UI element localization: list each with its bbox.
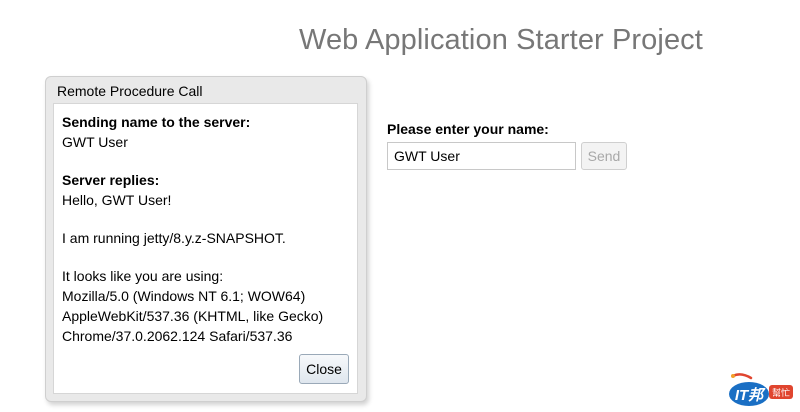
dialog-caption[interactable]: Remote Procedure Call <box>57 83 203 99</box>
user-agent-line: Chrome/37.0.2062.124 Safari/537.36 <box>62 328 293 344</box>
page: Web Application Starter Project Remote P… <box>0 0 800 412</box>
ithome-logo-icon: IT邦 幫忙 <box>727 372 797 408</box>
sending-heading: Sending name to the server: <box>62 114 251 130</box>
user-agent-line: AppleWebKit/537.36 (KHTML, like Gecko) <box>62 308 324 324</box>
user-agent-line: Mozilla/5.0 (Windows NT 6.1; WOW64) <box>62 288 306 304</box>
logo-subtext: 幫忙 <box>772 387 790 399</box>
name-input[interactable] <box>387 142 576 170</box>
rpc-dialog: Remote Procedure Call Sending name to th… <box>45 76 367 402</box>
logo-text: IT邦 <box>735 387 766 404</box>
close-button[interactable]: Close <box>299 354 349 384</box>
send-button[interactable]: Send <box>581 142 627 170</box>
agent-intro: It looks like you are using: <box>62 268 224 284</box>
page-title: Web Application Starter Project <box>299 24 703 56</box>
dialog-content: Sending name to the server: GWT User Ser… <box>53 103 358 394</box>
reply-greeting: Hello, GWT User! <box>62 192 172 208</box>
name-prompt-label: Please enter your name: <box>387 121 549 137</box>
server-info: I am running jetty/8.y.z-SNAPSHOT. <box>62 230 286 246</box>
replies-heading: Server replies: <box>62 172 160 188</box>
sent-name-value: GWT User <box>62 134 128 150</box>
